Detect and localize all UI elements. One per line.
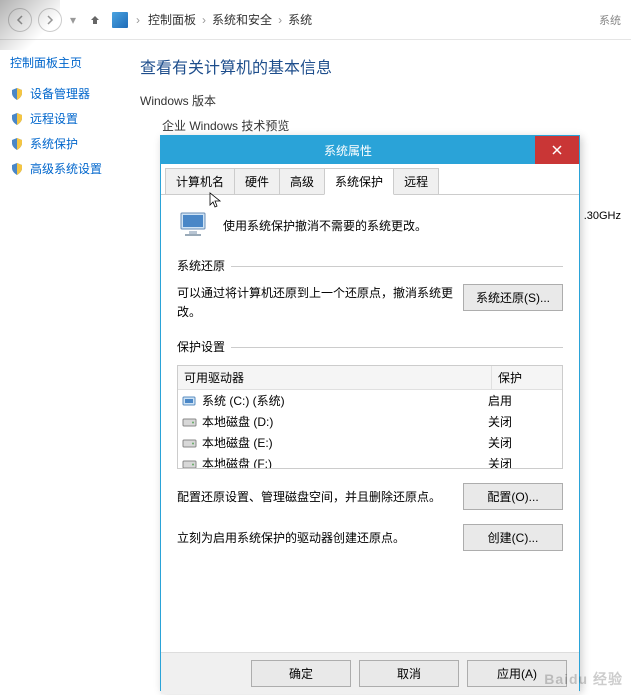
drive-protection: 关闭 bbox=[488, 455, 558, 469]
watermark: Baidu 经验 bbox=[544, 669, 623, 689]
sidebar-item-0[interactable]: 设备管理器 bbox=[10, 81, 110, 106]
computer-icon bbox=[177, 207, 213, 243]
drive-label: 系统 (C:) (系统) bbox=[202, 392, 488, 409]
tab-system-protection[interactable]: 系统保护 bbox=[324, 168, 394, 195]
address-hint: 系统 bbox=[599, 12, 621, 28]
group-protection-settings: 保护设置 bbox=[177, 340, 231, 354]
tab-remote[interactable]: 远程 bbox=[393, 168, 439, 194]
sidebar-item-label: 系统保护 bbox=[30, 135, 78, 152]
sidebar-item-1[interactable]: 远程设置 bbox=[10, 106, 110, 131]
column-protection[interactable]: 保护 bbox=[492, 366, 562, 389]
system-restore-button[interactable]: 系统还原(S)... bbox=[463, 284, 563, 311]
dialog-titlebar[interactable]: 系统属性 bbox=[161, 136, 579, 164]
drive-row[interactable]: 本地磁盘 (D:)关闭 bbox=[178, 411, 562, 432]
drive-row[interactable]: 本地磁盘 (E:)关闭 bbox=[178, 432, 562, 453]
control-panel-icon bbox=[112, 12, 128, 28]
windows-edition: 企业 Windows 技术预览 bbox=[162, 117, 611, 134]
sidebar-item-label: 远程设置 bbox=[30, 110, 78, 127]
sidebar: 控制面板主页 设备管理器远程设置系统保护高级系统设置 bbox=[0, 40, 120, 695]
system-properties-dialog: 系统属性 计算机名 硬件 高级 系统保护 远程 使用系统保护撤消不需要的系统更改… bbox=[160, 135, 580, 691]
drive-row[interactable]: 本地磁盘 (F:)关闭 bbox=[178, 453, 562, 469]
create-description: 立刻为启用系统保护的驱动器创建还原点。 bbox=[177, 529, 453, 546]
up-button[interactable] bbox=[84, 9, 106, 31]
configure-button[interactable]: 配置(O)... bbox=[463, 483, 563, 510]
group-system-restore: 系统还原 bbox=[177, 259, 231, 273]
cancel-button[interactable]: 取消 bbox=[359, 660, 459, 687]
chevron-right-icon: › bbox=[276, 13, 284, 27]
column-drive[interactable]: 可用驱动器 bbox=[178, 366, 492, 389]
dialog-title: 系统属性 bbox=[161, 142, 535, 159]
sidebar-item-label: 设备管理器 bbox=[30, 85, 90, 102]
tab-hardware[interactable]: 硬件 bbox=[234, 168, 280, 194]
history-dropdown-icon[interactable]: ▾ bbox=[68, 13, 78, 27]
breadcrumb: 控制面板 › 系统和安全 › 系统 bbox=[148, 11, 312, 28]
tab-advanced[interactable]: 高级 bbox=[279, 168, 325, 194]
breadcrumb-item[interactable]: 系统和安全 bbox=[212, 11, 272, 28]
chevron-right-icon: › bbox=[200, 13, 208, 27]
sidebar-item-label: 高级系统设置 bbox=[30, 160, 102, 177]
sidebar-item-3[interactable]: 高级系统设置 bbox=[10, 156, 110, 181]
drive-protection: 关闭 bbox=[488, 434, 558, 451]
restore-description: 可以通过将计算机还原到上一个还原点，撤消系统更改。 bbox=[177, 284, 453, 322]
breadcrumb-item[interactable]: 控制面板 bbox=[148, 11, 196, 28]
drive-label: 本地磁盘 (F:) bbox=[202, 455, 488, 469]
page-title: 查看有关计算机的基本信息 bbox=[140, 54, 611, 78]
drive-label: 本地磁盘 (E:) bbox=[202, 434, 488, 451]
cpu-ghz: .30GHz bbox=[584, 210, 621, 222]
sidebar-item-2[interactable]: 系统保护 bbox=[10, 131, 110, 156]
dialog-tabs: 计算机名 硬件 高级 系统保护 远程 bbox=[161, 164, 579, 195]
drive-list[interactable]: 可用驱动器 保护 系统 (C:) (系统)启用本地磁盘 (D:)关闭本地磁盘 (… bbox=[177, 365, 563, 469]
drive-protection: 启用 bbox=[488, 392, 558, 409]
sidebar-header[interactable]: 控制面板主页 bbox=[10, 54, 110, 71]
back-button[interactable] bbox=[8, 8, 32, 32]
drive-label: 本地磁盘 (D:) bbox=[202, 413, 488, 430]
close-button[interactable] bbox=[535, 136, 579, 164]
forward-button[interactable] bbox=[38, 8, 62, 32]
ok-button[interactable]: 确定 bbox=[251, 660, 351, 687]
drive-protection: 关闭 bbox=[488, 413, 558, 430]
dialog-footer: 确定 取消 应用(A) bbox=[161, 652, 579, 694]
explorer-toolbar: ▾ › 控制面板 › 系统和安全 › 系统 系统 bbox=[0, 0, 631, 40]
section-heading: Windows 版本 bbox=[140, 92, 611, 109]
cursor-icon bbox=[209, 192, 225, 208]
chevron-right-icon: › bbox=[134, 13, 142, 27]
breadcrumb-item[interactable]: 系统 bbox=[288, 11, 312, 28]
tab-computer-name[interactable]: 计算机名 bbox=[165, 168, 235, 194]
configure-description: 配置还原设置、管理磁盘空间，并且删除还原点。 bbox=[177, 488, 453, 505]
create-button[interactable]: 创建(C)... bbox=[463, 524, 563, 551]
protection-info-text: 使用系统保护撤消不需要的系统更改。 bbox=[223, 217, 427, 234]
drive-row[interactable]: 系统 (C:) (系统)启用 bbox=[178, 390, 562, 411]
